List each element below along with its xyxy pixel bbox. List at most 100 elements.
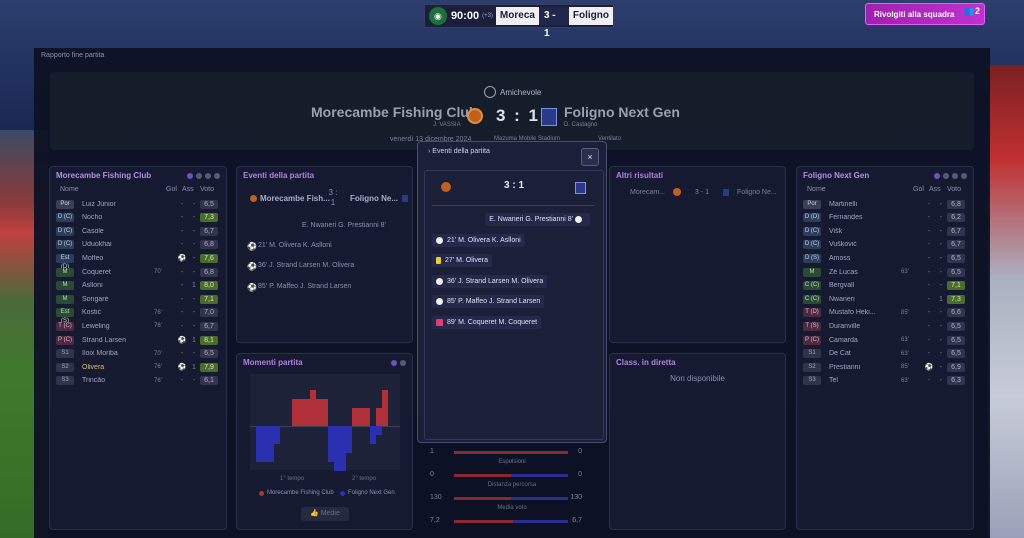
player-row[interactable]: D (C) Uduokhai - -6,8 bbox=[56, 239, 218, 251]
panel-pager[interactable] bbox=[391, 360, 406, 366]
panel-title: Momenti partita bbox=[243, 358, 303, 367]
panel-pager[interactable] bbox=[187, 173, 220, 179]
sub-minute: 76' bbox=[154, 323, 162, 330]
stat-away: 130 bbox=[570, 494, 582, 501]
sub-minute: 85' bbox=[901, 309, 909, 316]
panel-title: Morecambe Fishing Club bbox=[56, 171, 152, 180]
player-row[interactable]: Por Martinelli - -6,8 bbox=[803, 198, 965, 210]
modal-event-row[interactable]: E. Nwaneri G. Prestianni 8' bbox=[485, 213, 590, 226]
modal-event-row[interactable]: 36' J. Strand Larsen M. Olivera bbox=[432, 274, 548, 288]
player-row[interactable]: M Zé Lucas 63' - -6,5 bbox=[803, 266, 965, 278]
player-row[interactable]: D (C) Casole - -6,7 bbox=[56, 225, 218, 237]
stat-away: 0 bbox=[578, 471, 582, 478]
assists: - bbox=[192, 241, 196, 249]
home-team-name[interactable]: Morecambe Fishing Club bbox=[311, 104, 477, 120]
away-moment-bar[interactable] bbox=[376, 426, 382, 435]
modal-event-row[interactable]: 89' M. Coqueret M. Coqueret bbox=[432, 315, 542, 329]
home-crest-icon bbox=[467, 108, 483, 124]
stat-home: 0 bbox=[430, 471, 434, 478]
team-talk-button[interactable]: Rivolgiti alla squadra 👥2 bbox=[865, 3, 985, 25]
player-name: Moffeo bbox=[82, 254, 104, 262]
stat-home: 7,2 bbox=[430, 517, 440, 524]
position-badge: D (S) bbox=[803, 253, 821, 263]
player-row[interactable]: Por Luiz Júnior - -6,5 bbox=[56, 198, 218, 210]
close-button[interactable]: × bbox=[581, 148, 599, 166]
sub-minute: 63' bbox=[901, 350, 909, 357]
player-row[interactable]: C (C) Bergvall - -7,1 bbox=[803, 280, 965, 292]
breadcrumb: Rapporto fine partita bbox=[41, 52, 105, 59]
home-crest-icon bbox=[673, 188, 682, 196]
assists: - bbox=[939, 268, 943, 276]
player-row[interactable]: S3 Tel 63' - -6,3 bbox=[803, 375, 965, 387]
match-score-bar[interactable]: ◉ 90:00 (+3) Moreca 3 - 1 Foligno bbox=[424, 4, 614, 39]
event-text: 27' M. Olivera bbox=[445, 257, 488, 264]
player-row[interactable]: Est (D) Moffeo ⚽ -7,6 bbox=[56, 252, 218, 270]
player-row[interactable]: S1 De Cat 63' - -6,5 bbox=[803, 348, 965, 360]
player-row[interactable]: M Songaré - -7,1 bbox=[56, 293, 218, 305]
player-name: Songaré bbox=[82, 295, 109, 303]
position-badge: T (D) bbox=[803, 308, 821, 318]
assists: - bbox=[939, 322, 943, 330]
player-row[interactable]: T (C) Leweling 76' - -6,7 bbox=[56, 320, 218, 332]
player-row[interactable]: D (D) Fernandes - -6,2 bbox=[803, 212, 965, 224]
panel-title: Class. in diretta bbox=[616, 358, 676, 367]
rating: 8,0 bbox=[200, 281, 218, 291]
player-row[interactable]: D (C) Višk - -6,7 bbox=[803, 225, 965, 237]
rating: 7,1 bbox=[200, 294, 218, 304]
player-row[interactable]: M Aslloni -1 8,0 bbox=[56, 280, 218, 292]
home-moment-bar[interactable] bbox=[322, 399, 328, 426]
player-row[interactable]: D (C) Vušković - -6,7 bbox=[803, 239, 965, 251]
divider bbox=[432, 205, 594, 206]
assists: - bbox=[192, 309, 196, 317]
panel-title: Foligno Next Gen bbox=[803, 171, 870, 180]
player-row[interactable]: T (D) Mustafo Heki... 85' - -6,6 bbox=[803, 307, 965, 319]
player-row[interactable]: S3 Trincão 76' - -6,1 bbox=[56, 375, 218, 387]
position-badge: Est (D) bbox=[56, 253, 74, 270]
stat-bar-home bbox=[454, 497, 511, 500]
result-row[interactable]: Morecam... 3 - 1 Foligno Ne... bbox=[630, 188, 777, 196]
player-row[interactable]: D (C) Nocho - -7,3 bbox=[56, 212, 218, 224]
ball-icon: ⚽ bbox=[247, 283, 257, 292]
player-row[interactable]: P (C) Camarda 63' - -6,5 bbox=[803, 334, 965, 346]
position-badge: P (C) bbox=[803, 335, 821, 345]
away-team-name[interactable]: Foligno Next Gen bbox=[564, 104, 680, 120]
player-row[interactable]: Est (S)Kostić76'--7,0 bbox=[56, 307, 218, 324]
player-name: Leweling bbox=[82, 322, 110, 330]
player-row[interactable]: D (S) Amoss - -6,5 bbox=[803, 252, 965, 264]
averages-button[interactable]: 👍 Medie bbox=[301, 507, 349, 521]
modal-score: 3 : 1 bbox=[504, 180, 525, 191]
goals: - bbox=[180, 377, 184, 385]
player-row[interactable]: M Coqueret 70' - -6,8 bbox=[56, 266, 218, 278]
player-row[interactable]: S2 Olivera 76' ⚽ 1 7,9 bbox=[56, 361, 218, 373]
panel-pager[interactable] bbox=[934, 173, 967, 179]
col-rating: Voto bbox=[200, 186, 215, 193]
rating: 7,1 bbox=[947, 281, 965, 291]
player-row[interactable]: P (C) Strand Larsen ⚽ 1 8,1 bbox=[56, 334, 218, 346]
modal-event-row[interactable]: 27' M. Olivera bbox=[432, 254, 492, 267]
position-badge: Est (S) bbox=[56, 308, 74, 324]
assists: - bbox=[192, 377, 196, 385]
home-moment-bar[interactable] bbox=[364, 408, 370, 426]
col-assists: Ass bbox=[182, 186, 194, 193]
events-away: Foligno Ne... bbox=[350, 194, 398, 203]
player-row[interactable]: S2 Prestianni 85' ⚽ -6,9 bbox=[803, 361, 965, 373]
goals: - bbox=[927, 241, 931, 249]
home-moment-bar[interactable] bbox=[382, 390, 388, 426]
player-row[interactable]: T (S) Duranville - -6,5 bbox=[803, 320, 965, 332]
player-row[interactable]: C (C) Nwaneri -1 7,3 bbox=[803, 293, 965, 305]
away-moment-bar[interactable] bbox=[274, 426, 280, 444]
home-lineup-panel: Morecambe Fishing Club Nome Gol Ass Voto… bbox=[49, 166, 227, 530]
first-half-label: 1° tempo bbox=[280, 476, 305, 482]
assists: - bbox=[939, 200, 943, 208]
ball-icon bbox=[436, 236, 443, 244]
event-row: 36' J. Strand Larsen M. Olivera bbox=[258, 262, 355, 269]
goals: - bbox=[180, 268, 184, 276]
modal-event-row[interactable]: 21' M. Olivera K. Aslloni bbox=[432, 233, 525, 247]
away-moment-bar[interactable] bbox=[346, 426, 352, 453]
player-row[interactable]: S1 Iloix Moriba 70' - -6,5 bbox=[56, 348, 218, 360]
position-badge: D (C) bbox=[803, 226, 821, 236]
modal-event-row[interactable]: 85' P. Maffeo J. Strand Larsen bbox=[432, 295, 545, 308]
col-goals: Gol bbox=[913, 186, 924, 193]
goals: - bbox=[180, 214, 184, 222]
assists: - bbox=[939, 254, 943, 262]
